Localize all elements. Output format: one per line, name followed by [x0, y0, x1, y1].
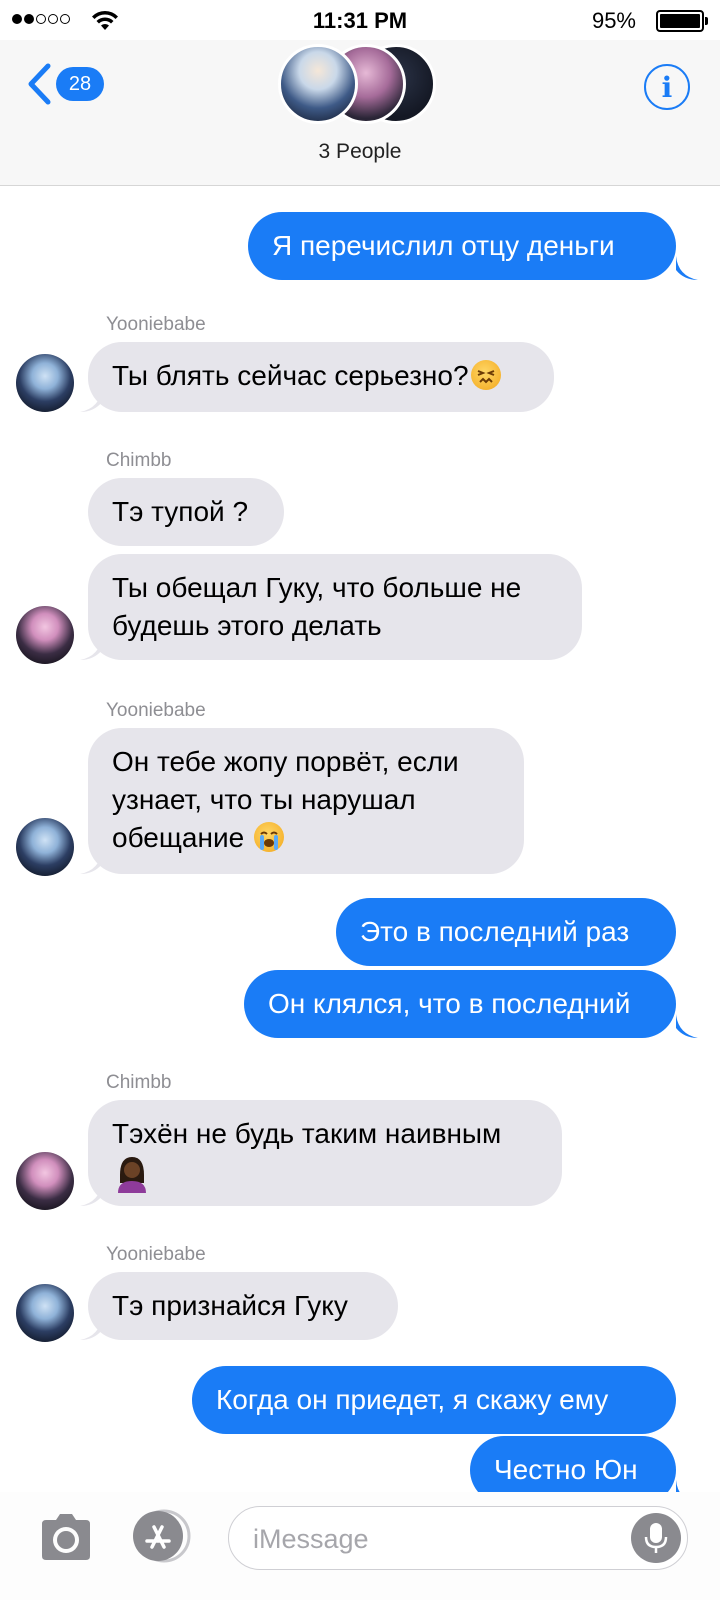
avatar[interactable] [16, 354, 74, 412]
battery-percent: 95% [591, 8, 636, 33]
loudly-crying-face-icon [253, 822, 284, 852]
message-text: Он клялся, что в последний [268, 988, 631, 1019]
bubble-tail [80, 1316, 102, 1340]
message-text-line: Ты обещал Гуку, что больше не [112, 572, 522, 603]
outgoing-message[interactable]: Я перечислил отцу деньги [248, 212, 676, 280]
outgoing-message[interactable]: Он клялся, что в последний [244, 970, 676, 1038]
incoming-message[interactable]: Он тебе жопу порвёт, если узнает, что ты… [88, 728, 524, 874]
bubble-tail [80, 636, 102, 660]
conversation-title[interactable]: 3 People [0, 140, 720, 164]
message-text: Это в последний раз [360, 916, 630, 947]
avatar[interactable] [16, 1152, 74, 1210]
outgoing-message[interactable]: Когда он приедет, я скажу ему [192, 1366, 676, 1434]
status-bar: 11:31 PM 95% [0, 0, 720, 40]
sender-name: Yooniebabe [106, 1244, 206, 1265]
info-icon: i [661, 70, 673, 104]
message-text-line: обещание [112, 822, 245, 853]
message-input[interactable] [228, 1506, 688, 1570]
incoming-message[interactable]: Ты блять сейчас серьезно? [88, 342, 554, 412]
group-avatars[interactable] [278, 44, 448, 126]
message-text: Тэ тупой ? [112, 496, 249, 527]
bubble-tail [80, 388, 102, 412]
incoming-message[interactable]: Тэхён не будь таким наивным [88, 1100, 562, 1206]
conversation-header: 28 3 People i [0, 40, 720, 186]
imessage-text-field[interactable] [253, 1519, 613, 1559]
incoming-message[interactable]: Тэ тупой ? [88, 478, 284, 546]
back-button[interactable]: 28 [26, 62, 104, 106]
camera-icon[interactable] [38, 1512, 94, 1562]
sender-name: Chimbb [106, 450, 172, 471]
message-text-line: Он тебе жопу порвёт, если [112, 746, 459, 777]
message-text-line: узнает, что ты нарушал [112, 784, 416, 815]
info-button[interactable]: i [644, 64, 690, 110]
unread-count-badge: 28 [56, 67, 104, 101]
bubble-tail [80, 850, 102, 874]
avatar[interactable] [16, 606, 74, 664]
sender-name: Yooniebabe [106, 314, 206, 335]
imessage-screen: 11:31 PM 95% 28 3 People i Я перечислил … [0, 0, 720, 1600]
outgoing-message[interactable]: Это в последний раз [336, 898, 676, 966]
message-text: Тэ признайся Гуку [112, 1290, 348, 1321]
avatar[interactable] [16, 1284, 74, 1342]
sender-name: Yooniebabe [106, 700, 206, 721]
bubble-tail [676, 1014, 698, 1038]
message-text: Честно Юн [494, 1454, 638, 1485]
battery-icon [656, 10, 708, 32]
incoming-message[interactable]: Ты обещал Гуку, что больше не будешь это… [88, 554, 582, 660]
sender-name: Chimbb [106, 1072, 172, 1093]
app-store-icon[interactable] [130, 1509, 192, 1563]
message-text: Ты блять сейчас серьезно? [112, 360, 469, 391]
bubble-tail [80, 1182, 102, 1206]
bubble-tail [676, 256, 698, 280]
confounded-face-icon [470, 360, 501, 390]
microphone-button[interactable] [631, 1513, 681, 1563]
message-text: Я перечислил отцу деньги [272, 230, 615, 261]
chevron-left-icon [28, 63, 51, 105]
message-text-line: будешь этого делать [112, 610, 382, 641]
person-emoji-icon [114, 1153, 150, 1193]
message-input-bar [0, 1492, 720, 1600]
avatar[interactable] [16, 818, 74, 876]
message-text: Когда он приедет, я скажу ему [216, 1384, 609, 1415]
message-text-line: Тэхён не будь таким наивным [112, 1118, 502, 1149]
avatar [278, 44, 358, 124]
incoming-message[interactable]: Тэ признайся Гуку [88, 1272, 398, 1340]
microphone-icon [644, 1523, 668, 1553]
